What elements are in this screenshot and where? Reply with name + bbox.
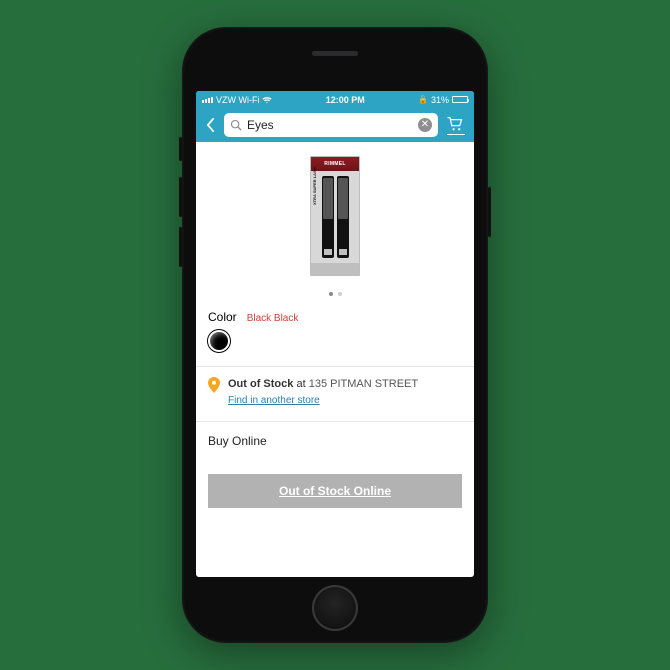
volume-up <box>179 177 182 217</box>
search-input[interactable] <box>247 118 413 132</box>
cart-button[interactable] <box>444 116 468 135</box>
carousel-dot[interactable] <box>329 292 333 296</box>
out-of-stock-button-label: Out of Stock Online <box>279 484 391 498</box>
stock-at: at <box>296 378 305 390</box>
product-package-label: XTRA SUPER LASH <box>312 167 317 205</box>
mute-switch <box>179 137 182 161</box>
search-icon <box>230 119 242 131</box>
power-button <box>488 187 491 237</box>
carrier-label: VZW Wi-Fi <box>216 95 259 105</box>
out-of-stock-button[interactable]: Out of Stock Online <box>208 474 462 508</box>
find-store-link[interactable]: Find in another store <box>228 394 320 408</box>
battery-pct: 31% <box>431 95 449 105</box>
phone-frame: VZW Wi-Fi 12:00 PM 🔒 31% ✕ <box>182 27 488 643</box>
store-stock-section: Out of Stock at 135 PITMAN STREET Find i… <box>196 367 474 422</box>
content: RIMMEL XTRA SUPER LASH Color Black Black <box>196 142 474 577</box>
color-value: Black Black <box>247 313 299 324</box>
clear-search-button[interactable]: ✕ <box>418 118 432 132</box>
battery-icon <box>452 96 468 103</box>
product-brand: RIMMEL <box>311 157 359 171</box>
back-button[interactable] <box>202 113 218 137</box>
screen: VZW Wi-Fi 12:00 PM 🔒 31% ✕ <box>196 91 474 577</box>
signal-icon <box>202 97 213 103</box>
phone-speaker <box>312 51 358 56</box>
wifi-icon <box>262 96 272 104</box>
search-field[interactable]: ✕ <box>224 113 438 137</box>
status-bar: VZW Wi-Fi 12:00 PM 🔒 31% <box>196 91 474 108</box>
carousel-dot[interactable] <box>338 292 342 296</box>
carousel-dots <box>196 292 474 296</box>
buy-online-label: Buy Online <box>196 422 474 460</box>
color-swatch[interactable] <box>208 330 230 352</box>
stock-status: Out of Stock <box>228 378 293 390</box>
color-label: Color <box>208 310 237 324</box>
app-header: ✕ <box>196 108 474 142</box>
stock-address: 135 PITMAN STREET <box>309 378 418 390</box>
location-pin-icon <box>208 377 220 409</box>
product-image: RIMMEL XTRA SUPER LASH <box>310 156 360 276</box>
lock-icon: 🔒 <box>418 95 428 104</box>
clock: 12:00 PM <box>326 95 365 105</box>
product-image-carousel[interactable]: RIMMEL XTRA SUPER LASH <box>196 142 474 290</box>
home-button[interactable] <box>312 585 358 631</box>
volume-down <box>179 227 182 267</box>
